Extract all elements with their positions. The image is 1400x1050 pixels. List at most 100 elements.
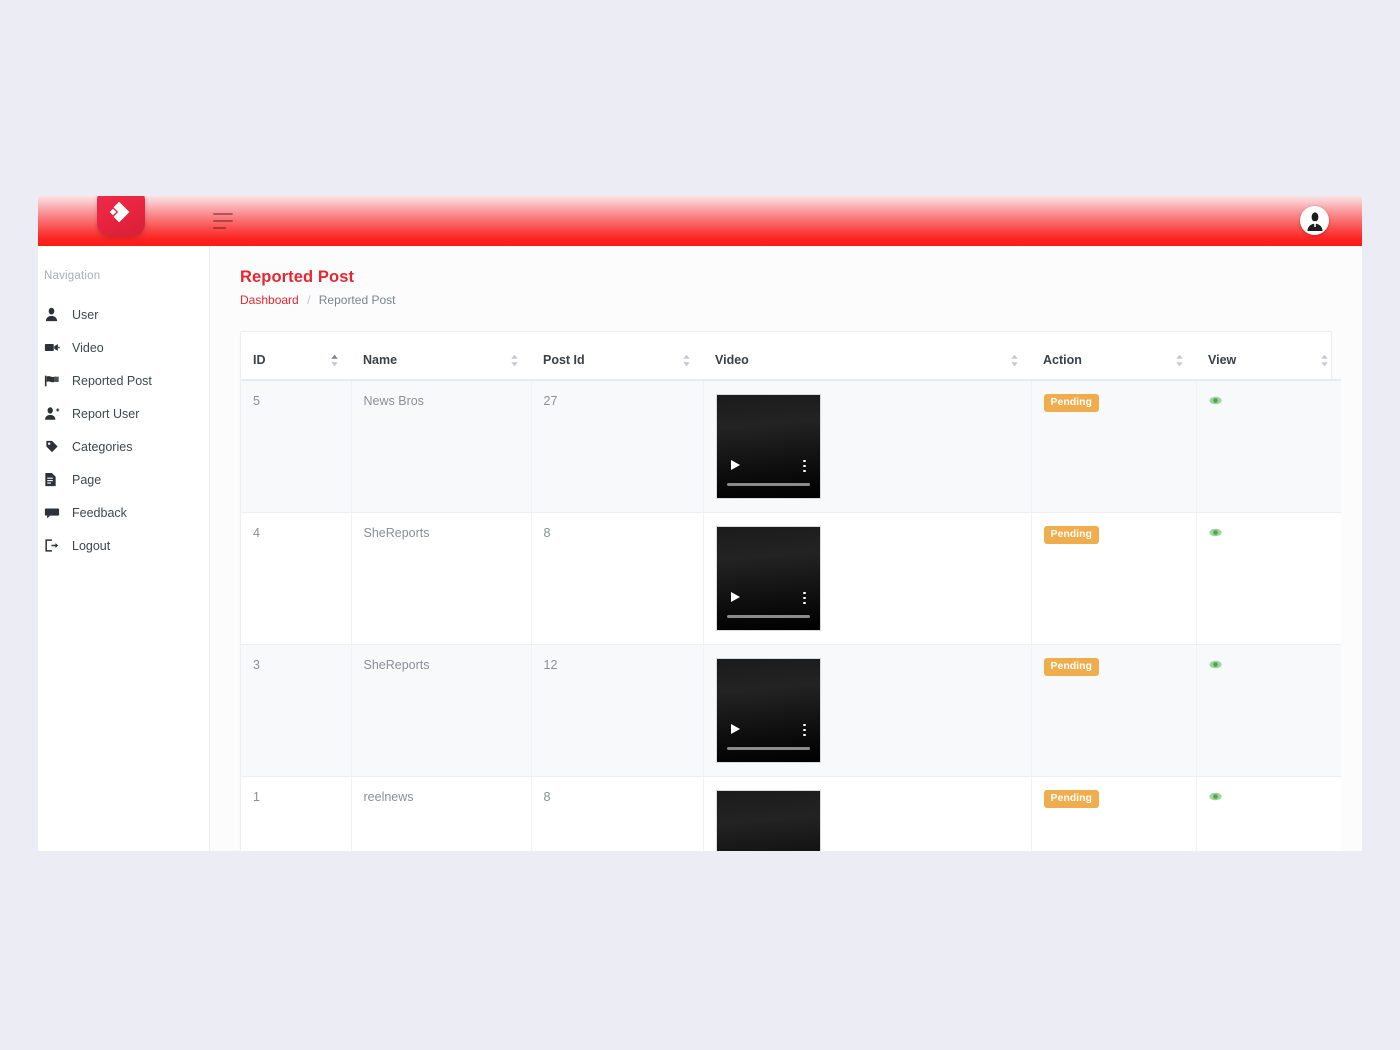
sign-out-icon [44,538,72,553]
table-row: 4 SheReports 8 Pending [241,512,1341,645]
reported-post-card: ID Name Post Id Video Action View 5 News… [240,331,1341,851]
column-header-label: ID [253,353,266,367]
app-body: Navigation User Video Reported Post Repo… [38,246,1362,851]
cell-name: SheReports [351,512,532,645]
app-logo[interactable] [97,196,145,236]
video-thumbnail[interactable] [715,790,821,851]
sort-arrows-icon [331,354,338,367]
cell-id: 5 [241,380,352,513]
cell-post-id: 8 [531,512,704,645]
breadcrumb-current: Reported Post [318,293,396,307]
column-header-id[interactable]: ID [241,346,351,381]
column-header-post-id[interactable]: Post Id [531,346,703,381]
cell-view [1196,644,1341,777]
kebab-menu-icon[interactable] [803,459,806,472]
cell-name: SheReports [351,644,532,777]
sort-arrows-icon [1011,354,1018,367]
sidebar: Navigation User Video Reported Post Repo… [38,246,210,851]
play-icon[interactable] [730,724,740,734]
breadcrumb: Dashboard / Reported Post [240,293,1332,307]
sort-arrows-icon [1321,354,1328,367]
column-header-view[interactable]: View [1196,346,1341,381]
main-content: Reported Post Dashboard / Reported Post … [210,246,1362,851]
sidebar-item-page[interactable]: Page [38,463,209,496]
sidebar-item-report-user[interactable]: Report User [38,397,209,430]
diamond-chevron-logo-icon [109,201,130,223]
top-navbar [38,196,1362,246]
cell-view [1196,512,1341,645]
eye-icon[interactable] [1208,528,1222,537]
sidebar-item-logout[interactable]: Logout [38,529,209,562]
status-badge[interactable]: Pending [1043,790,1099,808]
play-icon[interactable] [730,592,740,602]
cell-video [703,380,1032,513]
cell-post-id: 12 [531,644,704,777]
sidebar-item-video[interactable]: Video [38,331,209,364]
cell-post-id: 8 [531,776,704,851]
app-window: Navigation User Video Reported Post Repo… [38,196,1362,851]
sidebar-item-label: Logout [72,538,111,553]
column-header-label: Post Id [543,353,585,367]
comment-icon [44,506,72,520]
table-row: 5 News Bros 27 Pending [241,380,1341,513]
status-badge[interactable]: Pending [1043,394,1099,412]
cell-view [1196,380,1341,513]
sidebar-title: Navigation [44,270,101,282]
status-badge[interactable]: Pending [1043,658,1099,676]
eye-icon[interactable] [1208,660,1222,669]
reported-post-table: ID Name Post Id Video Action View 5 News… [241,346,1341,851]
cell-id: 4 [241,512,352,645]
cell-id: 3 [241,644,352,777]
eye-icon[interactable] [1208,792,1222,801]
cell-name: reelnews [351,776,532,851]
page-title: Reported Post [240,268,355,286]
cell-action: Pending [1031,776,1197,851]
sort-arrows-icon [511,354,518,367]
video-thumbnail[interactable] [715,526,821,631]
sidebar-item-user[interactable]: User [38,298,209,331]
cell-id: 1 [241,776,352,851]
column-header-video[interactable]: Video [703,346,1031,381]
user-plus-icon [44,406,72,421]
sidebar-item-categories[interactable]: Categories [38,430,209,463]
column-header-label: Name [363,353,398,367]
video-thumbnail[interactable] [715,658,821,763]
kebab-menu-icon[interactable] [803,723,806,736]
sidebar-item-reported-post[interactable]: Reported Post [38,364,209,397]
column-header-action[interactable]: Action [1031,346,1196,381]
play-icon[interactable] [730,460,740,470]
table-row: 1 reelnews 8 Pending [241,776,1341,851]
sidebar-item-label: Feedback [72,505,127,520]
column-header-label: Video [715,353,749,367]
column-header-label: View [1208,353,1237,367]
video-camera-icon [44,340,72,355]
cell-action: Pending [1031,512,1197,645]
sidebar-item-feedback[interactable]: Feedback [38,496,209,529]
file-icon [44,472,72,487]
user-avatar-icon[interactable] [1300,206,1329,235]
sidebar-item-label: User [72,307,99,322]
eye-icon[interactable] [1208,396,1222,405]
video-progress-bar[interactable] [726,483,810,486]
kebab-menu-icon[interactable] [803,591,806,604]
video-progress-bar[interactable] [726,615,810,618]
column-header-label: Action [1043,353,1082,367]
hamburger-icon[interactable] [213,213,233,229]
cell-name: News Bros [351,380,532,513]
breadcrumb-dashboard-link[interactable]: Dashboard [240,293,299,307]
cell-post-id: 27 [531,380,704,513]
sort-arrows-icon [683,354,690,367]
cell-video [703,512,1032,645]
status-badge[interactable]: Pending [1043,526,1099,544]
video-thumbnail[interactable] [715,394,821,499]
video-progress-bar[interactable] [726,747,810,750]
table-header-row: ID Name Post Id Video Action View [241,346,1341,381]
sidebar-item-label: Reported Post [72,373,152,388]
table-head: ID Name Post Id Video Action View [241,346,1341,381]
cell-video [703,776,1032,851]
sort-arrows-icon [1176,354,1183,367]
column-header-name[interactable]: Name [351,346,531,381]
flag-icon [44,374,72,388]
sidebar-item-label: Page [72,472,102,487]
avatar-person-icon [1307,211,1322,231]
